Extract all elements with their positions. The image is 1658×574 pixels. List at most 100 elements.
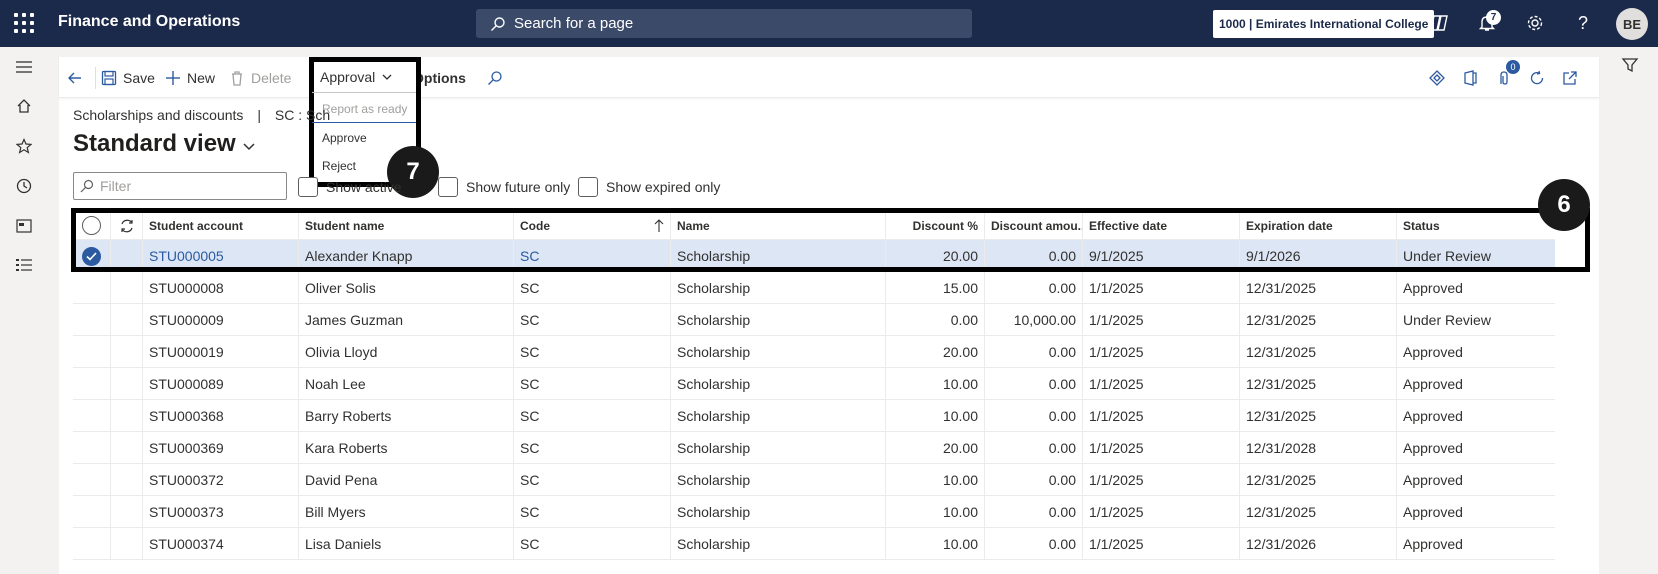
cell-name[interactable]: Scholarship bbox=[671, 336, 886, 368]
power-apps-diamond-icon[interactable] bbox=[1429, 57, 1451, 98]
menu-item-reject[interactable]: Reject bbox=[322, 159, 356, 173]
cell-code[interactable]: SC bbox=[514, 432, 671, 464]
cell-student-account[interactable]: STU000019 bbox=[143, 336, 299, 368]
show-future-only-checkbox[interactable]: Show future only bbox=[438, 177, 570, 197]
help-question-icon[interactable]: ? bbox=[1572, 12, 1594, 34]
cell-effective-date[interactable]: 9/1/2025 bbox=[1083, 240, 1240, 272]
cell-name[interactable]: Scholarship bbox=[671, 528, 886, 560]
cell-discount-amount[interactable]: 10,000.00 bbox=[985, 304, 1083, 336]
search-box[interactable]: Search for a page bbox=[476, 9, 972, 38]
row-select-cell[interactable] bbox=[73, 368, 111, 400]
user-avatar[interactable]: BE bbox=[1616, 8, 1648, 40]
cell-effective-date[interactable]: 1/1/2025 bbox=[1083, 400, 1240, 432]
table-row[interactable]: STU000372 David Pena SC Scholarship 10.00 0.0… bbox=[73, 464, 1555, 496]
filter-pane-icon[interactable] bbox=[1621, 56, 1641, 76]
cell-student-account[interactable]: STU000369 bbox=[143, 432, 299, 464]
company-selector[interactable]: 1000 | Emirates International College bbox=[1213, 10, 1435, 38]
checkbox-box[interactable] bbox=[438, 177, 458, 197]
copilot-icon[interactable] bbox=[1428, 12, 1450, 34]
cell-discount-pct[interactable]: 20.00 bbox=[886, 240, 985, 272]
col-header-student-name[interactable]: Student name bbox=[299, 211, 514, 240]
cell-expiration-date[interactable]: 9/1/2026 bbox=[1240, 240, 1397, 272]
cell-effective-date[interactable]: 1/1/2025 bbox=[1083, 528, 1240, 560]
refresh-icon[interactable] bbox=[1529, 57, 1551, 98]
favorites-star-icon[interactable] bbox=[14, 136, 34, 156]
cell-expiration-date[interactable]: 12/31/2025 bbox=[1240, 496, 1397, 528]
row-selected-check-icon[interactable] bbox=[82, 246, 101, 266]
cell-effective-date[interactable]: 1/1/2025 bbox=[1083, 336, 1240, 368]
cell-expiration-date[interactable]: 12/31/2026 bbox=[1240, 528, 1397, 560]
cell-student-name[interactable]: Noah Lee bbox=[299, 368, 514, 400]
cell-discount-amount[interactable]: 0.00 bbox=[985, 528, 1083, 560]
col-header-student-account[interactable]: Student account bbox=[143, 211, 299, 240]
cell-discount-pct[interactable]: 10.00 bbox=[886, 528, 985, 560]
cell-student-account[interactable]: STU000089 bbox=[143, 368, 299, 400]
view-selector[interactable]: Standard view bbox=[73, 130, 256, 158]
cell-effective-date[interactable]: 1/1/2025 bbox=[1083, 304, 1240, 336]
cell-student-name[interactable]: Oliver Solis bbox=[299, 272, 514, 304]
col-header-code[interactable]: Code bbox=[514, 211, 671, 240]
show-expired-only-checkbox[interactable]: Show expired only bbox=[578, 177, 720, 197]
cell-student-account[interactable]: STU000008 bbox=[143, 272, 299, 304]
cell-expiration-date[interactable]: 12/31/2025 bbox=[1240, 272, 1397, 304]
show-active-checkbox[interactable]: Show active bbox=[298, 177, 401, 197]
table-row[interactable]: STU000368 Barry Roberts SC Scholarship 10.00… bbox=[73, 400, 1555, 432]
cell-student-name[interactable]: Kara Roberts bbox=[299, 432, 514, 464]
cell-name[interactable]: Scholarship bbox=[671, 304, 886, 336]
table-row[interactable]: STU000369 Kara Roberts SC Scholarship 20.00 0… bbox=[73, 432, 1555, 464]
cell-status[interactable]: Approved bbox=[1397, 336, 1555, 368]
cell-discount-pct[interactable]: 20.00 bbox=[886, 336, 985, 368]
cell-expiration-date[interactable]: 12/31/2025 bbox=[1240, 304, 1397, 336]
cell-code[interactable]: SC bbox=[514, 528, 671, 560]
cell-student-name[interactable]: Lisa Daniels bbox=[299, 528, 514, 560]
action-search-button[interactable] bbox=[487, 57, 509, 98]
cell-code[interactable]: SC bbox=[514, 304, 671, 336]
refresh-grid-cell[interactable] bbox=[111, 211, 143, 240]
approval-menu-button[interactable]: Approval bbox=[312, 63, 401, 91]
new-button[interactable]: New bbox=[165, 57, 215, 98]
cell-status[interactable]: Approved bbox=[1397, 400, 1555, 432]
open-new-window-icon[interactable] bbox=[1562, 57, 1584, 98]
menu-item-report-as-ready[interactable]: Report as ready bbox=[322, 102, 407, 116]
modules-list-icon[interactable] bbox=[14, 255, 34, 275]
col-header-discount-amount[interactable]: Discount amou... bbox=[985, 211, 1083, 240]
cell-student-account[interactable]: STU000009 bbox=[143, 304, 299, 336]
cell-effective-date[interactable]: 1/1/2025 bbox=[1083, 496, 1240, 528]
cell-discount-pct[interactable]: 10.00 bbox=[886, 464, 985, 496]
cell-discount-pct[interactable]: 20.00 bbox=[886, 432, 985, 464]
checkbox-box[interactable] bbox=[578, 177, 598, 197]
recent-clock-icon[interactable] bbox=[14, 176, 34, 196]
cell-name[interactable]: Scholarship bbox=[671, 432, 886, 464]
col-header-name[interactable]: Name bbox=[671, 211, 886, 240]
cell-code[interactable]: SC bbox=[514, 336, 671, 368]
cell-student-account[interactable]: STU000372 bbox=[143, 464, 299, 496]
cell-discount-amount[interactable]: 0.00 bbox=[985, 432, 1083, 464]
save-button[interactable]: Save bbox=[101, 57, 155, 98]
office-document-icon[interactable] bbox=[1462, 57, 1484, 98]
cell-name[interactable]: Scholarship bbox=[671, 400, 886, 432]
cell-name[interactable]: Scholarship bbox=[671, 464, 886, 496]
hamburger-menu-icon[interactable] bbox=[14, 57, 34, 77]
refresh-icon[interactable] bbox=[119, 218, 135, 234]
cell-student-account[interactable]: STU000005 bbox=[143, 240, 299, 272]
select-all-radio[interactable] bbox=[82, 216, 101, 235]
cell-effective-date[interactable]: 1/1/2025 bbox=[1083, 272, 1240, 304]
col-header-effective-date[interactable]: Effective date bbox=[1083, 211, 1240, 240]
breadcrumb-page[interactable]: Scholarships and discounts bbox=[73, 107, 243, 123]
cell-student-name[interactable]: Bill Myers bbox=[299, 496, 514, 528]
menu-item-approve[interactable]: Approve bbox=[322, 131, 367, 145]
cell-discount-pct[interactable]: 10.00 bbox=[886, 368, 985, 400]
cell-discount-amount[interactable]: 0.00 bbox=[985, 368, 1083, 400]
workspaces-icon[interactable] bbox=[14, 216, 34, 236]
row-select-cell[interactable] bbox=[73, 272, 111, 304]
cell-status[interactable]: Approved bbox=[1397, 272, 1555, 304]
table-row[interactable]: STU000008 Oliver Solis SC Scholarship 15.00 0… bbox=[73, 272, 1555, 304]
cell-name[interactable]: Scholarship bbox=[671, 240, 886, 272]
table-row[interactable]: STU000374 Lisa Daniels SC Scholarship 10.00 0… bbox=[73, 528, 1555, 560]
cell-student-name[interactable]: Barry Roberts bbox=[299, 400, 514, 432]
grid-filter-input[interactable]: Filter bbox=[73, 172, 287, 200]
cell-student-name[interactable]: Olivia Lloyd bbox=[299, 336, 514, 368]
cell-student-account[interactable]: STU000373 bbox=[143, 496, 299, 528]
cell-code[interactable]: SC bbox=[514, 496, 671, 528]
cell-code[interactable]: SC bbox=[514, 400, 671, 432]
